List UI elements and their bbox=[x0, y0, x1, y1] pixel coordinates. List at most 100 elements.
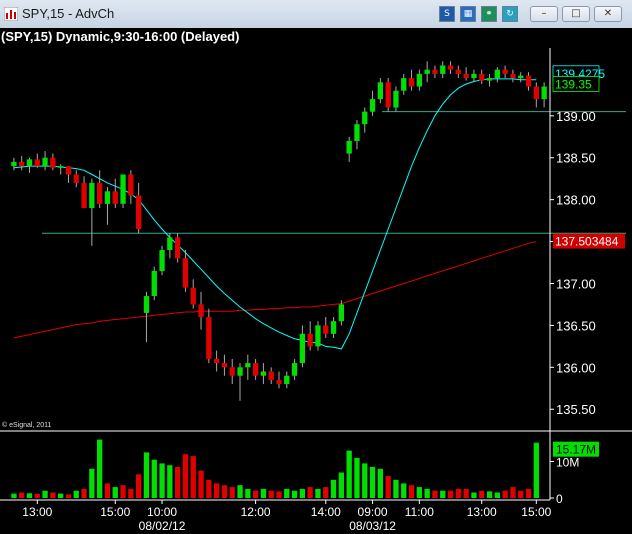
volume-bar bbox=[34, 494, 40, 498]
layout-icon[interactable]: ▦ bbox=[460, 6, 476, 22]
candle-body bbox=[330, 321, 337, 334]
close-button[interactable]: ✕ bbox=[594, 6, 622, 22]
time-tick-label: 13:00 bbox=[22, 505, 52, 519]
volume-bar bbox=[315, 488, 321, 498]
price-tick-label: 138.00 bbox=[556, 193, 596, 208]
volume-bar bbox=[362, 463, 368, 498]
time-tick-label: 14:00 bbox=[311, 505, 341, 519]
volume-bar bbox=[284, 488, 290, 498]
volume-bar bbox=[385, 476, 391, 498]
candle-body bbox=[253, 363, 259, 376]
volume-bar bbox=[518, 490, 524, 498]
candle-body bbox=[65, 166, 72, 175]
volume-bar bbox=[19, 492, 25, 498]
volume-bar bbox=[175, 467, 181, 498]
volume-bar bbox=[455, 488, 461, 498]
candle-body bbox=[97, 182, 103, 204]
candle-body bbox=[432, 69, 438, 74]
volume-bar bbox=[42, 490, 48, 498]
time-tick-label: 13:00 bbox=[467, 505, 497, 519]
volume-bar bbox=[479, 490, 485, 498]
volume-bar bbox=[104, 483, 111, 498]
volume-tag-label: 15.17M bbox=[556, 443, 596, 457]
candle-body bbox=[104, 191, 111, 204]
candle-body bbox=[89, 182, 95, 208]
volume-bar bbox=[253, 490, 259, 498]
volume-bar bbox=[323, 487, 329, 498]
time-tick-label: 11:00 bbox=[405, 505, 434, 519]
price-chart[interactable]: 139.00138.50138.00137.50137.00136.50136.… bbox=[0, 28, 632, 534]
title-bar[interactable]: SPY,15 - AdvCh S ▦ ⚭ ↻ – □ ✕ bbox=[0, 0, 632, 29]
maximize-button[interactable]: □ bbox=[562, 6, 590, 22]
date-label: 08/03/12 bbox=[349, 519, 396, 533]
candle-body bbox=[354, 124, 360, 141]
volume-bar bbox=[432, 490, 438, 498]
price-tick-label: 135.50 bbox=[556, 402, 596, 417]
candle-body bbox=[533, 86, 539, 100]
candle-body bbox=[346, 141, 352, 154]
candle-body bbox=[26, 159, 33, 167]
volume-bar bbox=[291, 490, 298, 498]
time-tick-label: 10:00 bbox=[147, 505, 177, 519]
candle-body bbox=[447, 65, 454, 70]
volume-bar bbox=[167, 465, 173, 498]
app-chart-icon bbox=[4, 7, 18, 21]
volume-bar bbox=[330, 479, 337, 498]
volume-bar bbox=[502, 490, 508, 498]
candle-body bbox=[424, 69, 430, 74]
volume-bar bbox=[354, 457, 360, 498]
candle-body bbox=[401, 78, 407, 91]
volume-bar bbox=[369, 467, 376, 498]
chart-type-icon[interactable]: S bbox=[439, 6, 455, 22]
volume-bar bbox=[346, 450, 352, 498]
candle-body bbox=[112, 191, 118, 204]
candle-body bbox=[377, 82, 383, 100]
volume-bar bbox=[424, 488, 430, 498]
volume-bar bbox=[136, 474, 142, 498]
minimize-button[interactable]: – bbox=[530, 6, 558, 22]
volume-bar bbox=[260, 488, 267, 498]
refresh-icon[interactable]: ↻ bbox=[502, 6, 518, 22]
candle-body bbox=[58, 166, 64, 168]
candle-body bbox=[284, 375, 290, 385]
candle-body bbox=[471, 73, 477, 79]
volume-bar bbox=[221, 485, 228, 498]
candle-body bbox=[455, 69, 461, 74]
candle-body bbox=[34, 159, 40, 167]
volume-bar bbox=[245, 488, 251, 498]
candle-body bbox=[19, 161, 25, 167]
volume-bar bbox=[533, 442, 539, 498]
candle-body bbox=[143, 296, 150, 313]
time-tick-label: 12:00 bbox=[241, 505, 271, 519]
candle-body bbox=[120, 174, 126, 204]
candle-body bbox=[151, 270, 157, 296]
candle-body bbox=[159, 250, 165, 271]
candle-body bbox=[510, 73, 516, 79]
link-icon[interactable]: ⚭ bbox=[481, 6, 497, 22]
chart-window: SPY,15 - AdvCh S ▦ ⚭ ↻ – □ ✕ 139.00 138.5… bbox=[0, 0, 632, 534]
candle-body bbox=[502, 69, 508, 74]
candle-body bbox=[81, 182, 87, 208]
volume-bar bbox=[214, 483, 220, 498]
time-tick-label: 15:00 bbox=[521, 505, 551, 519]
candle-body bbox=[385, 82, 391, 108]
candle-body bbox=[260, 371, 267, 376]
volume-bar bbox=[50, 492, 56, 498]
candle-body bbox=[229, 367, 235, 376]
candle-body bbox=[237, 367, 243, 376]
volume-bar bbox=[494, 492, 500, 498]
candle-body bbox=[486, 78, 493, 81]
time-tick-label: 15:00 bbox=[100, 505, 130, 519]
volume-bar bbox=[471, 492, 477, 498]
volume-bar bbox=[58, 493, 64, 498]
volume-bar bbox=[73, 490, 79, 498]
volume-bar bbox=[151, 459, 157, 498]
candle-body bbox=[198, 304, 204, 317]
candle-body bbox=[393, 90, 399, 108]
volume-bar bbox=[229, 487, 235, 498]
volume-bar bbox=[440, 490, 446, 498]
volume-bar bbox=[408, 485, 415, 498]
volume-tick-label: 0 bbox=[556, 492, 563, 506]
volume-bar bbox=[447, 490, 454, 498]
candle-body bbox=[541, 86, 547, 100]
